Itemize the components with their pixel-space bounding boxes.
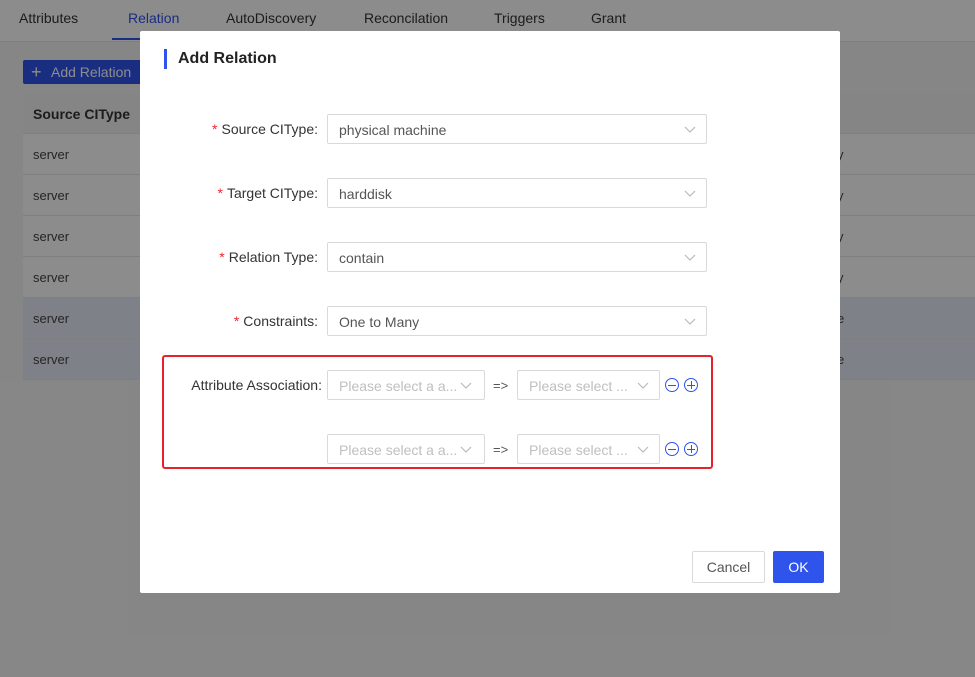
- required-marker: *: [212, 121, 218, 137]
- relation-type-label: * Relation Type:: [140, 249, 318, 265]
- constraints-select[interactable]: One to Many: [327, 306, 707, 336]
- label-colon: :: [314, 185, 318, 201]
- source-citype-label: * Source CIType:: [140, 121, 318, 137]
- required-marker: *: [219, 249, 225, 265]
- constraints-value: One to Many: [339, 314, 420, 330]
- relation-type-select[interactable]: contain: [327, 242, 707, 272]
- source-citype-value: physical machine: [339, 122, 447, 138]
- ok-button[interactable]: OK: [773, 551, 824, 583]
- constraints-label-text: Constraints: [243, 313, 315, 329]
- target-citype-select[interactable]: harddisk: [327, 178, 707, 208]
- target-citype-label-text: Target CIType: [226, 185, 315, 201]
- source-citype-select[interactable]: physical machine: [327, 114, 707, 144]
- source-citype-label-text: Source CIType: [221, 121, 315, 137]
- target-citype-value: harddisk: [339, 186, 392, 202]
- dialog-title: Add Relation: [164, 49, 277, 69]
- add-relation-dialog: Add Relation * Source CIType: physical ma…: [140, 31, 840, 593]
- chevron-down-icon: [684, 190, 696, 197]
- label-colon: :: [314, 121, 318, 137]
- chevron-down-icon: [684, 318, 696, 325]
- relation-type-value: contain: [339, 250, 385, 266]
- chevron-down-icon: [684, 254, 696, 261]
- relation-type-label-text: Relation Type: [228, 249, 315, 265]
- attribute-association-highlight: [162, 355, 713, 469]
- label-colon: :: [314, 249, 318, 265]
- required-marker: *: [233, 313, 240, 329]
- required-marker: *: [217, 185, 223, 201]
- chevron-down-icon: [684, 126, 696, 133]
- label-colon: :: [314, 313, 318, 329]
- constraints-label: * Constraints:: [140, 313, 318, 329]
- cancel-button[interactable]: Cancel: [692, 551, 765, 583]
- target-citype-label: * Target CIType:: [140, 185, 319, 201]
